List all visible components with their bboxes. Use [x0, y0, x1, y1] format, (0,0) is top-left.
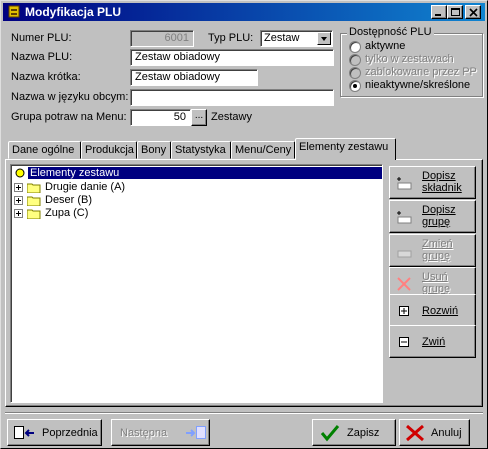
- radio-label: zablokowane przez PP: [365, 66, 477, 78]
- zmien-grupe-button: Zmień grupę: [389, 234, 476, 267]
- nazwa-plu-field[interactable]: Zestaw obiadowy: [130, 49, 334, 66]
- tab-bony[interactable]: Bony: [137, 141, 171, 159]
- nazwa-plu-label: Nazwa PLU:: [11, 51, 73, 63]
- cancel-icon: [406, 424, 424, 442]
- add-item-icon: [397, 177, 412, 190]
- expand-all-icon: [399, 306, 409, 316]
- tree-view[interactable]: Elementy zestawu Drugie danie (A) Deser …: [10, 164, 383, 403]
- tab-menu-ceny[interactable]: Menu/Ceny: [231, 141, 295, 159]
- radio-indicator: [349, 67, 361, 79]
- radio-label: aktywne: [365, 40, 406, 52]
- grupa-potraw-label: Grupa potraw na Menu:: [11, 111, 127, 123]
- tab-elementy-zestawu[interactable]: Elementy zestawu: [295, 138, 396, 160]
- typ-plu-label: Typ PLU:: [208, 32, 254, 44]
- next-icon: [186, 426, 206, 439]
- typ-plu-value: Zestaw: [264, 32, 300, 44]
- window-title: Modyfikacja PLU: [25, 5, 122, 19]
- radio-indicator[interactable]: [349, 41, 361, 53]
- expand-icon[interactable]: [14, 196, 23, 205]
- availability-title: Dostępność PLU: [347, 26, 434, 38]
- button-label: Rozwiń: [422, 305, 459, 317]
- maximize-icon: [451, 8, 460, 16]
- dopisz-skladnik-button[interactable]: Dopisz składnik: [389, 166, 476, 199]
- tree-item-label: Drugie danie (A): [45, 181, 126, 193]
- anuluj-button[interactable]: Anuluj: [399, 419, 470, 446]
- button-label: Zmień grupę: [422, 238, 453, 262]
- previous-icon: [14, 426, 34, 439]
- minimize-button[interactable]: [431, 5, 447, 19]
- button-label: Zwiń: [422, 336, 446, 348]
- close-icon: [469, 8, 478, 17]
- radio-indicator: [349, 54, 361, 66]
- folder-icon: [27, 196, 41, 206]
- tab-dane-ogolne[interactable]: Dane ogólne: [8, 141, 81, 159]
- nazwa-obca-label: Nazwa w języku obcym:: [11, 91, 129, 103]
- close-button[interactable]: [465, 5, 481, 19]
- grupa-potraw-field[interactable]: 50: [130, 109, 191, 126]
- numer-plu-label: Numer PLU:: [11, 32, 72, 44]
- button-label: Następna: [120, 427, 168, 439]
- edit-group-icon: [397, 250, 412, 258]
- tab-produkcja[interactable]: Produkcja: [81, 141, 137, 159]
- button-label: Dopisz grupę: [422, 204, 456, 228]
- tree-root[interactable]: Elementy zestawu: [14, 167, 382, 180]
- grupa-potraw-name: Zestawy: [211, 111, 252, 123]
- tree-item-label: Deser (B): [45, 194, 93, 206]
- button-label: Usuń grupę: [422, 271, 451, 295]
- dopisz-grupe-button[interactable]: Dopisz grupę: [389, 200, 476, 233]
- title-bar[interactable]: Modyfikacja PLU: [3, 3, 485, 21]
- maximize-button[interactable]: [447, 5, 463, 19]
- button-label: Dopisz składnik: [422, 170, 462, 194]
- collapse-all-icon: [399, 337, 409, 347]
- radio-indicator[interactable]: [349, 80, 361, 92]
- zwin-button[interactable]: Zwiń: [389, 325, 476, 358]
- expand-icon[interactable]: [14, 183, 23, 192]
- tab-statystyka[interactable]: Statystyka: [171, 141, 231, 159]
- folder-icon: [27, 209, 41, 219]
- nazwa-krotka-field[interactable]: Zestaw obiadowy: [130, 69, 258, 86]
- grupa-browse-button[interactable]: ...: [191, 109, 207, 126]
- tree-item-label: Zupa (C): [45, 207, 89, 219]
- poprzednia-button[interactable]: Poprzednia: [7, 419, 102, 446]
- button-label: Poprzednia: [42, 427, 98, 439]
- nastepna-button: Następna: [111, 419, 210, 446]
- folder-icon: [27, 183, 41, 193]
- dialog-window: Modyfikacja PLU Numer PLU: 6001 Typ PLU:…: [0, 0, 488, 449]
- radio-label: tylko w zestawach: [365, 53, 454, 65]
- nazwa-obca-field[interactable]: [130, 89, 334, 106]
- radio-label: nieaktywne/skreślone: [365, 79, 471, 91]
- tree-root-label: Elementy zestawu: [28, 167, 382, 179]
- delete-icon: [397, 277, 411, 291]
- chevron-down-icon[interactable]: [317, 32, 331, 45]
- button-label: Anuluj: [431, 427, 462, 439]
- availability-group: Dostępność PLU aktywne tylko w zestawach…: [340, 26, 483, 97]
- checkmark-icon: [320, 425, 340, 442]
- typ-plu-select[interactable]: Zestaw: [260, 30, 333, 47]
- tree-root-icon: [15, 168, 25, 178]
- separator: [5, 412, 483, 414]
- nazwa-krotka-label: Nazwa krótka:: [11, 71, 81, 83]
- zapisz-button[interactable]: Zapisz: [312, 419, 396, 446]
- numer-plu-field: 6001: [130, 30, 194, 47]
- button-label: Zapisz: [347, 427, 380, 439]
- add-group-icon: [397, 211, 412, 224]
- minimize-icon: [435, 14, 441, 16]
- rozwin-button[interactable]: Rozwiń: [389, 294, 476, 327]
- expand-icon[interactable]: [14, 209, 23, 218]
- app-icon: [8, 5, 20, 18]
